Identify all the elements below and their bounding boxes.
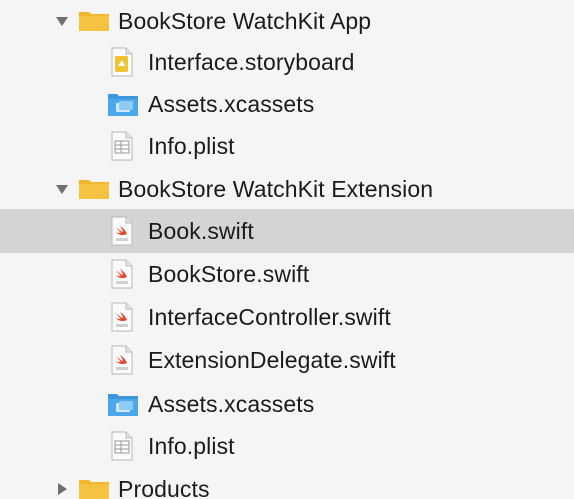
disclosure-triangle-expanded-icon[interactable] <box>54 181 70 197</box>
navigator-item-label: Assets.xcassets <box>148 91 315 117</box>
plist-file-icon <box>111 131 133 161</box>
project-navigator: BookStore WatchKit App Interface.storybo… <box>0 0 574 499</box>
navigator-row-products-folder[interactable]: Products <box>0 468 574 499</box>
navigator-row-assets-extension[interactable]: Assets.xcassets <box>0 383 574 425</box>
folder-icon <box>79 480 109 499</box>
navigator-row-watchkit-app-folder[interactable]: BookStore WatchKit App <box>0 0 574 42</box>
disclosure-triangle-collapsed-icon[interactable] <box>54 481 70 497</box>
folder-icon <box>79 180 109 199</box>
navigator-row-interfacecontroller-swift[interactable]: InterfaceController.swift <box>0 296 574 338</box>
swift-file-icon <box>111 302 133 332</box>
navigator-item-label: Info.plist <box>148 133 235 159</box>
navigator-row-info-plist-app[interactable]: Info.plist <box>0 125 574 167</box>
navigator-row-book-swift[interactable]: Book.swift <box>0 209 574 253</box>
navigator-row-assets-app[interactable]: Assets.xcassets <box>0 83 574 125</box>
navigator-item-label: Assets.xcassets <box>148 391 315 417</box>
navigator-item-label: InterfaceController.swift <box>148 304 391 330</box>
swift-file-icon <box>111 216 133 246</box>
navigator-item-label: Products <box>118 476 210 499</box>
navigator-row-watchkit-extension-folder[interactable]: BookStore WatchKit Extension <box>0 168 574 210</box>
folder-icon <box>79 12 109 31</box>
navigator-row-extensiondelegate-swift[interactable]: ExtensionDelegate.swift <box>0 339 574 381</box>
navigator-row-interface-storyboard[interactable]: Interface.storyboard <box>0 41 574 83</box>
navigator-item-label: Book.swift <box>148 218 254 244</box>
navigator-item-label: Info.plist <box>148 433 235 459</box>
navigator-item-label: Interface.storyboard <box>148 49 355 75</box>
swift-file-icon <box>111 259 133 289</box>
navigator-row-bookstore-swift[interactable]: BookStore.swift <box>0 253 574 295</box>
asset-catalog-icon <box>108 394 138 416</box>
swift-file-icon <box>111 345 133 375</box>
navigator-item-label: BookStore.swift <box>148 261 310 287</box>
plist-file-icon <box>111 431 133 461</box>
navigator-item-label: BookStore WatchKit Extension <box>118 176 434 202</box>
navigator-row-info-plist-extension[interactable]: Info.plist <box>0 425 574 467</box>
disclosure-triangle-expanded-icon[interactable] <box>54 13 70 29</box>
asset-catalog-icon <box>108 94 138 116</box>
storyboard-file-icon <box>111 47 133 77</box>
navigator-item-label: ExtensionDelegate.swift <box>148 347 396 373</box>
navigator-item-label: BookStore WatchKit App <box>118 8 372 34</box>
